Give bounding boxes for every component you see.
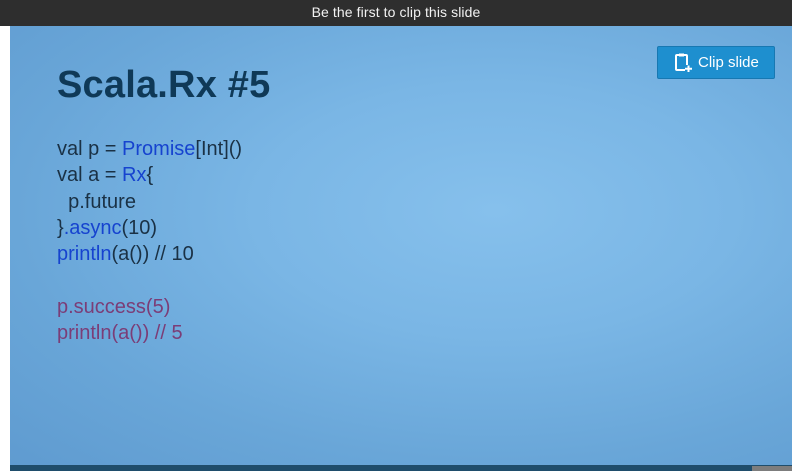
code-token: val a = (57, 164, 123, 187)
clip-banner-text: Be the first to clip this slide (311, 4, 481, 20)
slide-progress-end (752, 466, 792, 471)
slide-canvas: Clip slide Scala.Rx #5 val p = Promise[I… (10, 26, 792, 465)
code-token: } (57, 216, 64, 239)
code-line: val a = Rx{ (57, 162, 242, 188)
code-token: val p = (57, 138, 123, 160)
code-line: p.success(5) (57, 294, 242, 320)
code-token: p.future (57, 190, 136, 213)
code-token: Promise (122, 138, 196, 160)
code-token: { (146, 164, 154, 187)
code-line: println(a()) // 10 (57, 241, 242, 267)
clip-banner: Be the first to clip this slide (0, 0, 792, 26)
code-line: }.async(10) (57, 215, 242, 241)
clip-slide-label: Clip slide (698, 54, 759, 71)
slide-viewer: Be the first to clip this slide Clip sli… (0, 0, 792, 471)
code-line: p.future (57, 189, 242, 215)
code-token: println (57, 243, 112, 266)
code-token: .async (63, 216, 122, 239)
code-token: p.success(5) (57, 295, 171, 318)
clipboard-plus-icon (674, 53, 692, 73)
slide-progress-track (10, 465, 792, 471)
code-token: Rx (122, 164, 147, 187)
code-line: println(a()) // 5 (57, 320, 242, 346)
code-token: println(a()) // 5 (57, 322, 183, 345)
code-token: [Int]() (195, 138, 243, 160)
slide-title: Scala.Rx #5 (57, 64, 271, 106)
code-token: (a()) // 10 (111, 243, 194, 266)
clip-slide-button[interactable]: Clip slide (657, 46, 775, 79)
code-line: val p = Promise[Int]() (57, 136, 242, 162)
code-block: val p = Promise[Int]() val a = Rx{ p.futu… (57, 136, 242, 346)
code-token: (10) (121, 216, 158, 239)
